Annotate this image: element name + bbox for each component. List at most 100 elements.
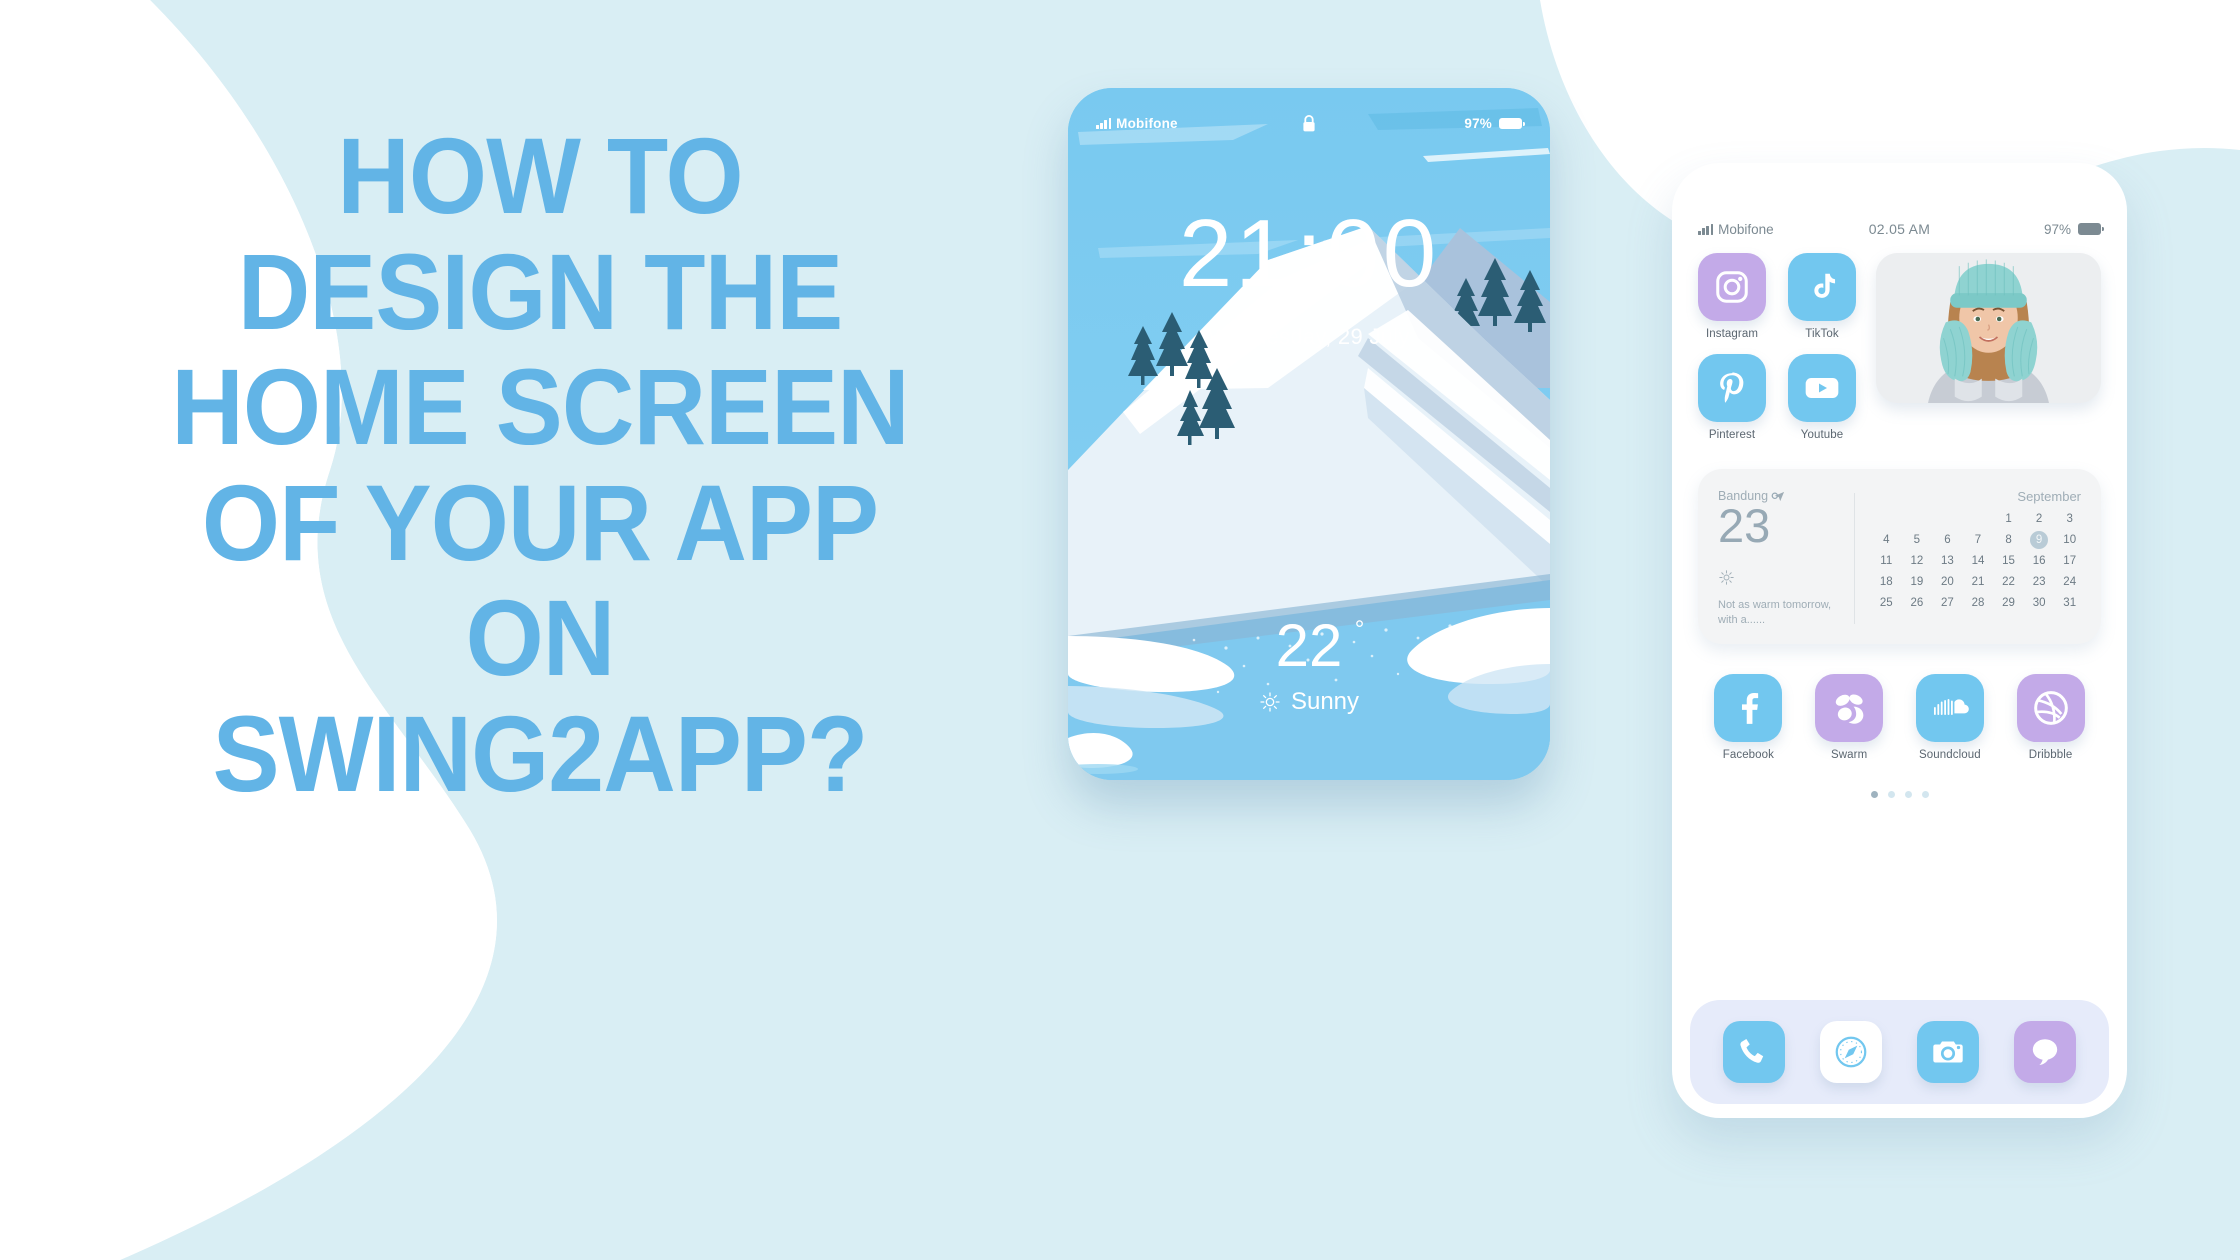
lock-clock: 21:00 [1068, 206, 1550, 302]
carrier-label: Mobifone [1116, 116, 1178, 131]
battery-percent-label: 97% [2043, 221, 2071, 237]
calendar-day[interactable]: 14 [1963, 552, 1994, 570]
headline-line: OF YOUR APP [201, 461, 879, 583]
lock-condition: Sunny [1068, 688, 1550, 716]
lock-temperature: 22 ° [1276, 616, 1365, 676]
status-time: 02.05 AM [1868, 221, 1931, 237]
home-content: Instagram TikTok Pinterest Youtube Bandu… [1672, 253, 2127, 1118]
app-label: Soundcloud [1919, 749, 1981, 761]
calendar-day[interactable]: 5 [1902, 531, 1933, 549]
app-label: Swarm [1830, 749, 1868, 761]
calendar-today[interactable]: 9 [2030, 531, 2049, 549]
page-dot[interactable] [1904, 791, 1912, 798]
calendar-day[interactable]: 27 [1932, 594, 1963, 612]
headline-line: HOME SCREEN [171, 346, 910, 468]
calendar-day[interactable]: 10 [2054, 531, 2085, 549]
home-screen-phone[interactable]: Mobifone 02.05 AM 97% Instagram TikTok P… [1672, 163, 2127, 1118]
headline-line: SWING2APP? [212, 692, 869, 814]
calendar-day[interactable]: 24 [2054, 573, 2085, 591]
calendar-day[interactable]: 13 [1932, 552, 1963, 570]
calendar-day[interactable]: 21 [1963, 573, 1994, 591]
app-label: Instagram [1705, 328, 1759, 340]
calendar-day[interactable]: 31 [2054, 594, 2085, 612]
calendar-day[interactable]: 8 [1993, 531, 2024, 549]
weather-panel: Bandung 23° Not as warm tomorrow, with a… [1718, 489, 1846, 628]
pinterest-icon [1698, 354, 1766, 422]
youtube-icon [1788, 354, 1856, 422]
calendar-blank [1871, 510, 1902, 528]
page-dot[interactable] [1870, 791, 1878, 798]
lock-temperature-value: 22 [1275, 612, 1343, 679]
app-icon-instagram[interactable]: Instagram [1698, 253, 1766, 340]
app-icon-dribbble[interactable]: Dribbble [2016, 674, 2085, 761]
clock-hours: 21 [1178, 200, 1292, 307]
calendar-day[interactable]: 4 [1871, 531, 1902, 549]
page-dot[interactable] [1887, 791, 1895, 798]
calendar-day[interactable]: 1 [1993, 510, 2024, 528]
calendar-grid[interactable]: 1 2 3 4 5 6 7 8 9 10 11 12 13 14 15 16 17 18 19 20 21 22 23 24 2… [1871, 510, 2085, 612]
app-row-bottom: Facebook Swarm Soundcloud Dribbble [1698, 674, 2101, 761]
lock-status-bar: Mobifone 97% [1068, 114, 1550, 133]
photo-widget[interactable] [1876, 253, 2101, 403]
calendar-day[interactable]: 3 [2054, 510, 2085, 528]
calendar-day[interactable]: 12 [1902, 552, 1933, 570]
app-icon-pinterest[interactable]: Pinterest [1698, 354, 1766, 441]
calendar-day[interactable]: 25 [1871, 594, 1902, 612]
photo-widget-image [1876, 253, 2101, 403]
calendar-day[interactable]: 17 [2054, 552, 2085, 570]
tiktok-icon [1788, 253, 1856, 321]
calendar-day[interactable]: 16 [2024, 552, 2055, 570]
calendar-day[interactable]: 18 [1871, 573, 1902, 591]
app-label: Youtube [1800, 429, 1844, 441]
app-icon-soundcloud[interactable]: Soundcloud [1915, 674, 1984, 761]
lock-weather: 22 ° Sunny [1068, 616, 1550, 716]
calendar-day[interactable]: 23 [2024, 573, 2055, 591]
calendar-day[interactable]: 11 [1871, 552, 1902, 570]
signal-bars-icon [1096, 118, 1112, 129]
calendar-day[interactable]: 20 [1932, 573, 1963, 591]
headline-line: ON [465, 577, 616, 699]
app-grid-top: Instagram TikTok Pinterest Youtube [1698, 253, 1856, 441]
calendar-day[interactable]: 6 [1932, 531, 1963, 549]
sun-icon [1719, 570, 1734, 586]
weather-temperature-value: 23 [1718, 499, 1771, 552]
headline-line: HOW TO [337, 115, 743, 236]
top-zone: Instagram TikTok Pinterest Youtube [1698, 253, 2101, 441]
calendar-day[interactable]: 7 [1963, 531, 1994, 549]
weather-temperature: 23° [1718, 489, 1846, 552]
compass-icon[interactable] [1820, 1021, 1883, 1083]
camera-icon[interactable] [1916, 1021, 1979, 1083]
facebook-icon [1714, 674, 1783, 742]
phone-icon[interactable] [1723, 1021, 1786, 1083]
message-icon[interactable] [2013, 1021, 2076, 1083]
app-label: Facebook [1722, 749, 1775, 761]
calendar-day[interactable]: 26 [1902, 594, 1933, 612]
carrier-label: Mobifone [1718, 221, 1774, 237]
signal-bars-icon [1698, 223, 1714, 235]
app-icon-facebook[interactable]: Facebook [1714, 674, 1783, 761]
calendar-day[interactable]: 30 [2024, 594, 2055, 612]
app-icon-swarm[interactable]: Swarm [1815, 674, 1884, 761]
calendar-day[interactable]: 2 [2024, 510, 2055, 528]
calendar-day[interactable]: 19 [1902, 573, 1933, 591]
calendar-blank [1963, 510, 1994, 528]
widget-divider [1854, 493, 1855, 624]
lock-screen-phone[interactable]: Mobifone 97% 21:00 Wednesday, 29 July 22… [1068, 88, 1550, 780]
calendar-day[interactable]: 28 [1963, 594, 1994, 612]
soundcloud-icon [1915, 674, 1984, 742]
instagram-icon [1698, 253, 1766, 321]
page-dot[interactable] [1921, 791, 1929, 798]
calendar-blank [1902, 510, 1933, 528]
calendar-day[interactable]: 29 [1993, 594, 2024, 612]
lock-screen-overlay: Mobifone 97% 21:00 Wednesday, 29 July 22… [1068, 88, 1550, 780]
calendar-day[interactable]: 22 [1993, 573, 2024, 591]
calendar-day[interactable]: 9 [2024, 531, 2055, 549]
calendar-day[interactable]: 15 [1993, 552, 2024, 570]
battery-icon [1499, 118, 1525, 129]
app-icon-tiktok[interactable]: TikTok [1788, 253, 1856, 340]
dock [1690, 1000, 2109, 1104]
page-indicator[interactable] [1698, 791, 2101, 798]
app-icon-youtube[interactable]: Youtube [1788, 354, 1856, 441]
weather-calendar-widget[interactable]: Bandung 23° Not as warm tomorrow, with a… [1698, 469, 2101, 644]
swarm-icon [1815, 674, 1884, 742]
